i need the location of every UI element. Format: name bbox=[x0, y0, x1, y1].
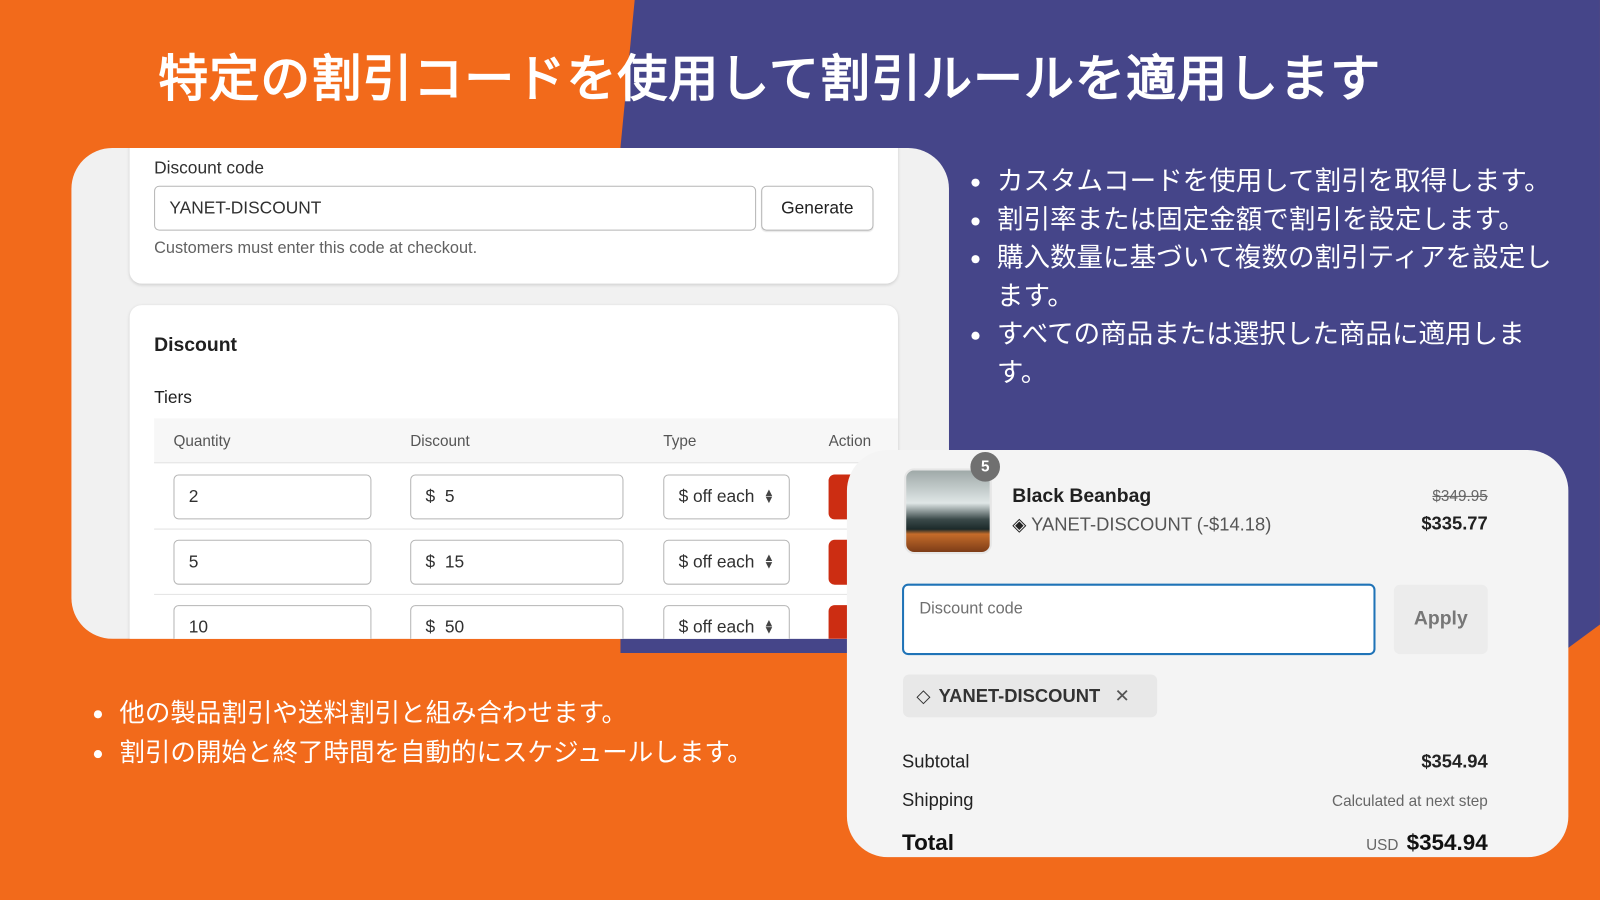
shipping-value: Calculated at next step bbox=[1332, 792, 1488, 811]
discount-tag-text: YANET-DISCOUNT bbox=[938, 685, 1101, 706]
discount-card: Discount Tiers Quantity Discount Type Ac… bbox=[129, 305, 898, 639]
shipping-label: Shipping bbox=[902, 789, 974, 811]
admin-discount-screenshot: Discount code YANET-DISCOUNT Generate Cu… bbox=[71, 147, 949, 639]
column-type: Type bbox=[663, 432, 697, 450]
type-select[interactable]: $ off each ▲ ▼ bbox=[663, 474, 790, 520]
select-arrows-icon: ▲ ▼ bbox=[763, 617, 775, 637]
type-select[interactable]: $ off each ▲ ▼ bbox=[663, 605, 790, 639]
select-arrows-icon: ▲ ▼ bbox=[763, 552, 775, 572]
discount-heading: Discount bbox=[154, 334, 238, 357]
type-value: $ off each bbox=[678, 552, 755, 572]
tiers-heading: Tiers bbox=[154, 387, 192, 408]
discount-code-label: Discount code bbox=[154, 158, 265, 178]
subtotal-value: $354.94 bbox=[1421, 751, 1488, 772]
quantity-badge: 5 bbox=[970, 452, 1000, 482]
currency-prefix: $ bbox=[425, 617, 436, 637]
feature-item: 購入数量に基づいて複数の割引ティアを設定します。 bbox=[969, 240, 1566, 317]
quantity-input[interactable]: 2 bbox=[173, 474, 372, 520]
discount-input[interactable]: $ 50 bbox=[410, 605, 624, 639]
discount-value: 5 bbox=[444, 486, 455, 507]
discount-input[interactable]: $ 15 bbox=[410, 539, 624, 585]
product-image bbox=[904, 468, 992, 555]
quantity-input[interactable]: 10 bbox=[173, 605, 372, 639]
discount-code-input[interactable]: Discount code bbox=[902, 583, 1376, 656]
product-name: Black Beanbag bbox=[1012, 485, 1152, 508]
page-title: 特定の割引コードを使用して割引ルールを適用します bbox=[158, 49, 1382, 109]
currency-prefix: $ bbox=[425, 486, 436, 507]
feature-item: 割引率または固定金額で割引を設定します。 bbox=[969, 202, 1566, 240]
tiers-table-header: Quantity Discount Type Action bbox=[154, 418, 898, 464]
feature-list-left: 他の製品割引や送料割引と組み合わせます。 割引の開始と終了時間を自動的にスケジュ… bbox=[92, 694, 776, 773]
tag-icon: ◇ bbox=[916, 685, 931, 706]
feature-list-right: カスタムコードを使用して割引を取得します。 割引率または固定金額で割引を設定しま… bbox=[969, 163, 1566, 393]
column-discount: Discount bbox=[410, 432, 470, 450]
quantity-input[interactable]: 5 bbox=[173, 539, 372, 585]
select-arrows-icon: ▲ ▼ bbox=[763, 486, 775, 507]
help-text: Customers must enter this code at checko… bbox=[154, 239, 478, 258]
total-amount: $354.94 bbox=[1406, 829, 1488, 856]
table-row: 2 $ 5 $ off each ▲ ▼ bbox=[154, 464, 898, 530]
column-quantity: Quantity bbox=[173, 432, 231, 450]
apply-button[interactable]: Apply bbox=[1393, 584, 1488, 655]
generate-button[interactable]: Generate bbox=[761, 185, 874, 231]
total-label: Total bbox=[902, 829, 954, 856]
total-value: USD $354.94 bbox=[1366, 830, 1488, 857]
tag-icon: ◈ bbox=[1012, 514, 1027, 535]
feature-item: カスタムコードを使用して割引を取得します。 bbox=[969, 163, 1566, 201]
table-row: 5 $ 15 $ off each ▲ ▼ bbox=[154, 530, 898, 595]
remove-discount-icon[interactable]: ✕ bbox=[1114, 685, 1129, 706]
table-row: 10 $ 50 $ off each ▲ ▼ bbox=[154, 595, 898, 639]
discount-tag: ◇ YANET-DISCOUNT ✕ bbox=[903, 674, 1158, 718]
type-select[interactable]: $ off each ▲ ▼ bbox=[663, 539, 790, 585]
currency-prefix: $ bbox=[425, 552, 436, 572]
feature-item: 他の製品割引や送料割引と組み合わせます。 bbox=[92, 694, 776, 733]
discount-code-input[interactable]: YANET-DISCOUNT bbox=[154, 185, 757, 231]
discount-value: 50 bbox=[444, 617, 465, 637]
discount-value: 15 bbox=[444, 552, 465, 572]
applied-discount-text: YANET-DISCOUNT (-$14.18) bbox=[1031, 514, 1272, 535]
checkout-screenshot: 5 Black Beanbag ◈ YANET-DISCOUNT (-$14.1… bbox=[846, 449, 1569, 858]
discounted-price: $335.77 bbox=[1421, 513, 1488, 534]
column-action: Action bbox=[828, 432, 872, 450]
feature-item: すべての商品または選択した商品に適用します。 bbox=[969, 316, 1566, 393]
total-currency: USD bbox=[1366, 836, 1399, 855]
subtotal-label: Subtotal bbox=[902, 751, 970, 772]
applied-discount: ◈ YANET-DISCOUNT (-$14.18) bbox=[1012, 514, 1271, 535]
discount-code-card: Discount code YANET-DISCOUNT Generate Cu… bbox=[129, 147, 898, 284]
discount-input[interactable]: $ 5 bbox=[410, 474, 624, 520]
type-value: $ off each bbox=[678, 486, 755, 507]
original-price: $349.95 bbox=[1432, 487, 1488, 506]
type-value: $ off each bbox=[678, 617, 755, 637]
feature-item: 割引の開始と終了時間を自動的にスケジュールします。 bbox=[92, 733, 776, 772]
